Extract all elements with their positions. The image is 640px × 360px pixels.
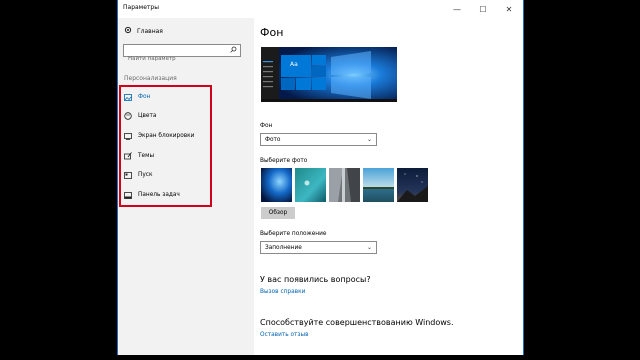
window-title: Параметры [123,4,159,11]
position-label: Выберите положение [260,231,327,237]
start-icon [124,171,132,179]
photo-thumbnail[interactable] [397,168,428,202]
lock-screen-icon [124,132,132,140]
sidebar-item-colors[interactable]: Цвета [124,111,156,121]
preview-tile-text: Aa [290,61,298,68]
chevron-down-icon: ⌄ [366,244,372,251]
close-button[interactable]: ✕ [496,0,522,18]
sidebar-item-label: Экран блокировки [138,133,195,139]
home-link[interactable]: Главная [124,26,163,36]
chevron-down-icon: ⌄ [366,136,372,143]
minimize-button[interactable]: — [444,0,470,18]
search-box[interactable] [123,44,241,65]
search-input[interactable] [124,53,228,65]
questions-heading: У вас появились вопросы? [260,275,371,284]
choose-photo-label: Выберите фото [260,158,308,164]
sidebar-item-start[interactable]: Пуск [124,170,152,180]
photo-thumbnail[interactable] [295,168,326,202]
home-label: Главная [137,27,163,35]
position-value: Заполнение [265,244,302,251]
maximize-button[interactable]: ☐ [470,0,496,18]
feedback-heading: Способствуйте совершенствованию Windows. [260,318,454,327]
photo-thumbnail[interactable] [329,168,360,202]
search-icon[interactable] [230,46,237,55]
settings-window: Параметры — ☐ ✕ Главная Персонализация Ф… [117,0,524,355]
sidebar-item-label: Пуск [138,172,153,178]
sidebar-item-lock-screen[interactable]: Экран блокировки [124,131,194,141]
photo-thumbnail[interactable] [363,168,394,202]
sidebar-item-label: Панель задач [138,192,180,198]
sidebar-item-background[interactable]: Фон [124,92,150,102]
position-dropdown[interactable]: Заполнение ⌄ [260,241,377,254]
nav-highlight-box [119,85,212,207]
background-preview: Aa [261,47,397,102]
picture-icon [124,93,132,101]
background-label: Фон [260,123,273,129]
sidebar-item-label: Цвета [138,113,157,119]
gear-icon [124,26,132,36]
brush-icon [124,152,132,160]
sidebar-item-themes[interactable]: Темы [124,151,154,161]
palette-icon [124,112,132,120]
sidebar-item-taskbar[interactable]: Панель задач [124,190,180,200]
photo-thumbnails [261,168,428,202]
sidebar-item-label: Темы [138,153,155,159]
background-dropdown[interactable]: Фото ⌄ [260,133,377,146]
browse-button[interactable]: Обзор [261,207,295,219]
help-link[interactable]: Вызов справки [260,289,305,295]
feedback-link[interactable]: Оставить отзыв [260,332,309,338]
section-title: Персонализация [124,75,177,82]
page-title: Фон [260,26,284,39]
sidebar: Главная Персонализация Фон Цвета Экран б… [118,18,254,355]
photo-thumbnail[interactable] [261,168,292,202]
sidebar-item-label: Фон [138,94,151,100]
title-bar[interactable]: Параметры — ☐ ✕ [118,0,523,18]
background-value: Фото [265,136,281,143]
taskbar-icon [124,191,132,199]
